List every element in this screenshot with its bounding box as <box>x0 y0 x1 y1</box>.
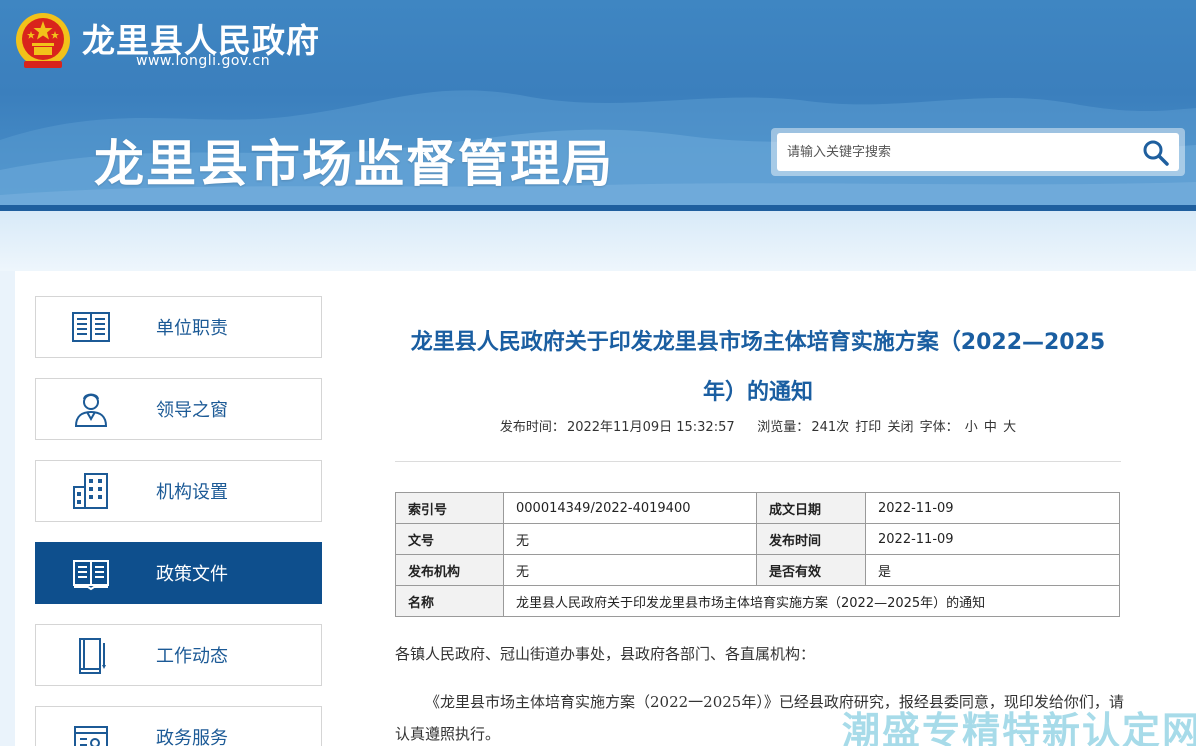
search-icon[interactable] <box>1141 138 1171 168</box>
publish-time: 2022年11月09日 15:32:57 <box>566 420 735 435</box>
table-value: 2022-11-09 <box>865 523 1120 555</box>
sidebar-item-work-news[interactable]: 工作动态 <box>35 624 322 686</box>
sidebar-item-label: 机构设置 <box>156 482 228 503</box>
sidebar-item-label: 政策文件 <box>156 564 228 585</box>
table-key: 名称 <box>395 585 504 617</box>
views-label: 浏览量： <box>757 420 810 435</box>
building-icon <box>73 473 108 509</box>
print-link[interactable]: 打印 <box>855 420 881 435</box>
table-key: 成文日期 <box>756 492 866 524</box>
document-info-table: 索引号 000014349/2022-4019400 成文日期 2022-11-… <box>395 492 1120 617</box>
national-emblem-icon <box>16 13 70 68</box>
gov-url[interactable]: www.longli.gov.cn <box>136 53 270 69</box>
font-medium-link[interactable]: 中 <box>984 420 997 435</box>
table-value: 龙里县人民政府关于印发龙里县市场主体培育实施方案（2022—2025年）的通知 <box>503 585 1120 617</box>
article-meta: 发布时间： 2022年11月09日 15:32:57 浏览量： 241次 打印 关闭… <box>395 416 1121 435</box>
table-value: 无 <box>503 523 757 555</box>
table-row: 文号 无 发布时间 2022-11-09 <box>395 523 1120 555</box>
table-row: 名称 龙里县人民政府关于印发龙里县市场主体培育实施方案（2022—2025年）的… <box>395 585 1120 617</box>
person-icon <box>74 393 108 427</box>
book-list-icon <box>72 312 110 342</box>
table-key: 索引号 <box>395 492 504 524</box>
bureau-title: 龙里县市场监督管理局 <box>94 135 614 193</box>
table-key: 是否有效 <box>756 554 866 586</box>
table-key: 文号 <box>395 523 504 555</box>
sidebar-item-label: 领导之窗 <box>156 400 228 421</box>
notebook-pen-icon <box>79 638 106 674</box>
sidebar-item-label: 政务服务 <box>156 728 228 746</box>
table-key: 发布机构 <box>395 554 504 586</box>
views-count: 241次 <box>811 420 850 435</box>
search-box <box>771 128 1185 176</box>
table-value: 是 <box>865 554 1120 586</box>
table-row: 发布机构 无 是否有效 是 <box>395 554 1120 586</box>
light-band <box>0 211 1196 271</box>
close-link[interactable]: 关闭 <box>887 420 913 435</box>
table-value: 000014349/2022-4019400 <box>503 492 757 524</box>
sidebar-item-duties[interactable]: 单位职责 <box>35 296 322 358</box>
open-book-icon <box>73 560 109 591</box>
watermark: 潮盛专精特新认定网 <box>842 709 1196 746</box>
table-key: 发布时间 <box>756 523 866 555</box>
article-paragraph: 各镇人民政府、冠山街道办事处，县政府各部门、各直属机构： <box>395 645 816 663</box>
site-header: 龙里县人民政府 www.longli.gov.cn 龙里县市场监督管理局 <box>0 0 1196 208</box>
table-value: 2022-11-09 <box>865 492 1120 524</box>
sidebar-item-label: 工作动态 <box>156 646 228 667</box>
search-input[interactable] <box>777 133 1179 171</box>
table-value: 无 <box>503 554 757 586</box>
publish-time-label: 发布时间： <box>499 420 565 435</box>
font-large-link[interactable]: 大 <box>1003 420 1016 435</box>
sidebar-item-services[interactable]: 政务服务 <box>35 706 322 746</box>
article-title: 龙里县人民政府关于印发龙里县市场主体培育实施方案（2022—2025年）的通知 <box>410 330 1106 405</box>
font-size-label: 字体： <box>919 420 959 435</box>
font-small-link[interactable]: 小 <box>965 420 978 435</box>
service-icon <box>74 726 108 746</box>
sidebar-item-label: 单位职责 <box>156 318 228 339</box>
table-row: 索引号 000014349/2022-4019400 成文日期 2022-11-… <box>395 492 1120 524</box>
sidebar-item-organization[interactable]: 机构设置 <box>35 460 322 522</box>
sidebar-item-leaders[interactable]: 领导之窗 <box>35 378 322 440</box>
meta-divider <box>395 461 1121 462</box>
sidebar-item-policy[interactable]: 政策文件 <box>35 542 322 604</box>
